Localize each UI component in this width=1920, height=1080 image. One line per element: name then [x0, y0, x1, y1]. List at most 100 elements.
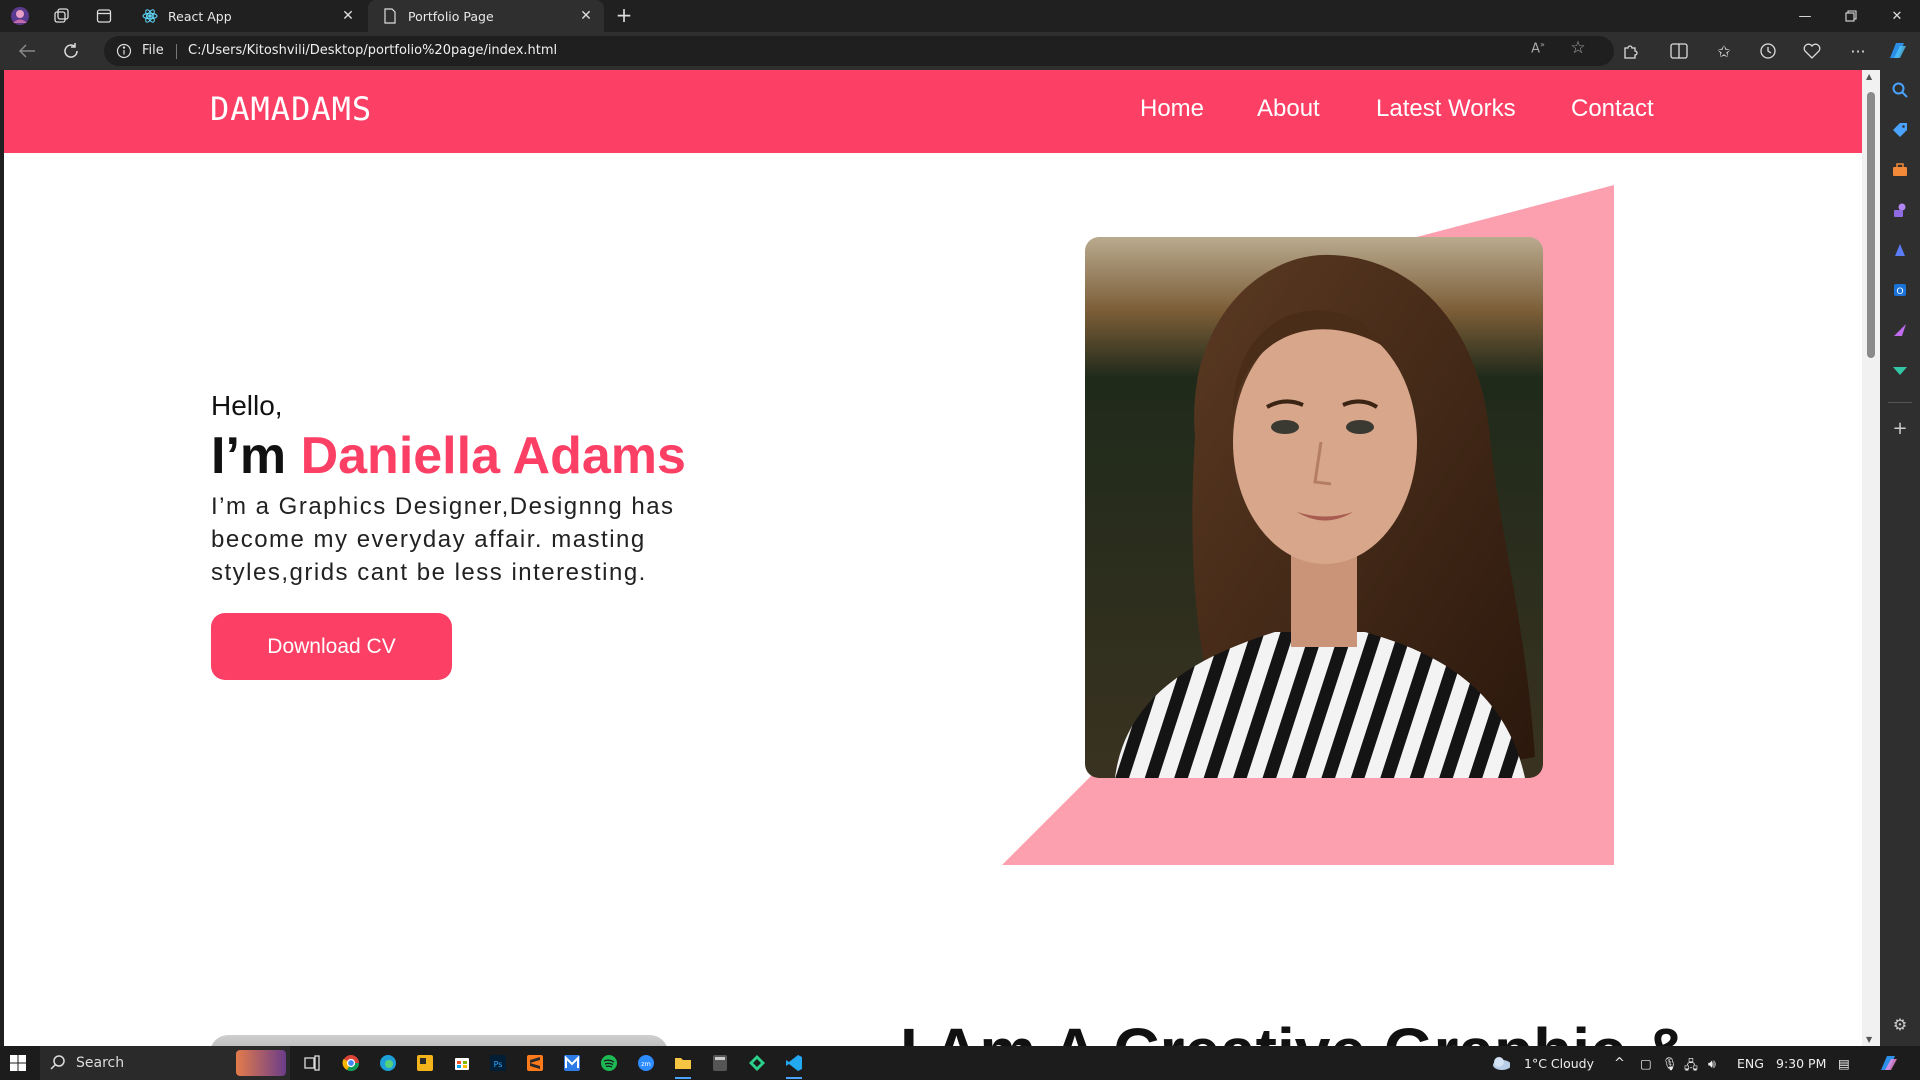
show-hidden-icons-icon[interactable]: ^ [1614, 1056, 1625, 1071]
file-explorer-icon[interactable] [673, 1053, 693, 1079]
tools-icon[interactable] [1890, 160, 1910, 180]
browser-tab-strip: React App ✕ Portfolio Page ✕ + — ✕ [0, 0, 1920, 32]
browser-essentials-icon[interactable] [1799, 39, 1825, 63]
calculator-icon[interactable] [710, 1053, 730, 1073]
workspaces-icon[interactable] [52, 6, 72, 26]
designer-icon[interactable] [1890, 320, 1910, 340]
tab-label: Portfolio Page [408, 8, 494, 24]
more-menu-icon[interactable]: ··· [1845, 39, 1871, 63]
nav-contact[interactable]: Contact [1571, 95, 1654, 123]
profile-photo [1085, 237, 1543, 778]
site-header: DAMADAMS Home About Latest Works Contact [4, 70, 1862, 153]
hero-description: I’m a Graphics Designer,Designng has bec… [211, 493, 675, 586]
about-section-image [210, 1035, 668, 1046]
extensions-icon[interactable] [1618, 39, 1644, 63]
about-section-title: I Am A Creative Graphic & [900, 1014, 1690, 1046]
svg-text:O: O [1896, 287, 1903, 297]
active-indicator [675, 1077, 691, 1079]
search-label: Search [76, 1055, 125, 1071]
refresh-icon[interactable] [58, 39, 84, 63]
search-icon[interactable] [1890, 80, 1910, 100]
back-icon[interactable] [14, 39, 40, 63]
favorites-icon[interactable]: ✩ [1711, 39, 1737, 63]
add-sidebar-app-icon[interactable]: + [1890, 418, 1910, 439]
history-icon[interactable] [1755, 39, 1781, 63]
task-view-icon[interactable] [302, 1053, 322, 1073]
sticky-app-icon[interactable] [415, 1053, 435, 1073]
close-window-button[interactable]: ✕ [1874, 0, 1920, 32]
store-icon[interactable] [452, 1053, 472, 1073]
drop-icon[interactable] [1890, 360, 1910, 380]
microphone-icon[interactable]: 🎙︎ [1662, 1056, 1678, 1072]
mail-app-icon[interactable] [562, 1053, 582, 1073]
svg-text:zm: zm [641, 1060, 651, 1068]
address-bar[interactable]: File C:/Users/Kitoshvili/Desktop/portfol… [104, 36, 1614, 66]
divider [176, 44, 177, 59]
favorite-star-icon[interactable]: ☆ [1568, 38, 1588, 58]
close-tab-icon[interactable]: ✕ [340, 8, 356, 24]
hero-greeting: Hello, [211, 390, 283, 421]
site-logo[interactable]: DAMADAMS [210, 90, 372, 128]
page-scrollbar[interactable]: ▲ ▼ [1862, 70, 1880, 1046]
restore-button[interactable] [1828, 0, 1874, 32]
svg-text:Ps: Ps [494, 1060, 503, 1069]
hero-heading: I’m Daniella Adams [211, 426, 686, 486]
url-text[interactable]: C:/Users/Kitoshvili/Desktop/portfolio%20… [188, 43, 557, 58]
search-highlight-image [236, 1050, 286, 1076]
vscode-icon[interactable] [784, 1053, 804, 1079]
nav-home[interactable]: Home [1140, 95, 1204, 123]
language-indicator[interactable]: ENG [1737, 1056, 1764, 1071]
volume-icon[interactable]: 🔊︎ [1708, 1056, 1716, 1072]
minimize-button[interactable]: — [1782, 0, 1828, 32]
tab-react-app[interactable]: React App ✕ [128, 0, 366, 32]
scheme-label: File [142, 43, 164, 58]
sidebar-settings-icon[interactable]: ⚙ [1890, 1014, 1910, 1034]
site-info-icon[interactable] [116, 43, 132, 63]
page-viewport: DAMADAMS Home About Latest Works Contact… [4, 70, 1862, 1046]
vertical-tabs-icon[interactable] [94, 6, 114, 26]
sidebar-divider [1888, 402, 1912, 403]
scroll-down-icon[interactable]: ▼ [1866, 1035, 1872, 1044]
hero-heading-prefix: I’m [211, 427, 301, 485]
scroll-up-icon[interactable]: ▲ [1866, 72, 1872, 81]
read-aloud-icon[interactable]: A» [1528, 38, 1548, 58]
browser-toolbar: File C:/Users/Kitoshvili/Desktop/portfol… [0, 32, 1920, 70]
windows-start-icon[interactable] [8, 1053, 28, 1073]
app-diamond-icon[interactable] [747, 1053, 767, 1073]
nav-about[interactable]: About [1257, 95, 1320, 123]
page-icon [382, 8, 398, 24]
notifications-icon[interactable]: ▤ [1838, 1056, 1850, 1071]
scrollbar-thumb[interactable] [1867, 92, 1875, 358]
spotify-icon[interactable] [599, 1053, 619, 1073]
copilot-taskbar-icon[interactable] [1878, 1053, 1898, 1073]
download-cv-button[interactable]: Download CV [211, 613, 452, 680]
games-icon[interactable] [1890, 200, 1910, 220]
new-tab-button[interactable]: + [612, 4, 636, 28]
clock[interactable]: 9:30 PM [1776, 1056, 1826, 1071]
shopping-tag-icon[interactable] [1890, 120, 1910, 140]
close-tab-icon[interactable]: ✕ [578, 8, 594, 24]
outlook-icon[interactable]: O [1890, 280, 1910, 300]
react-logo-icon [142, 8, 158, 24]
chrome-icon[interactable] [341, 1053, 361, 1073]
copilot-sidebar-icon[interactable] [1890, 240, 1910, 260]
active-indicator [786, 1077, 802, 1079]
photoshop-icon[interactable]: Ps [488, 1053, 508, 1073]
weather-cloud-icon[interactable] [1490, 1053, 1510, 1073]
edge-sidebar: O + ⚙ [1880, 70, 1920, 1046]
meet-now-icon[interactable]: ▢ [1640, 1056, 1652, 1071]
split-screen-icon[interactable] [1666, 39, 1692, 63]
weather-text[interactable]: 1°C Cloudy [1524, 1056, 1594, 1071]
tab-label: React App [168, 8, 232, 24]
hero-name: Daniella Adams [300, 427, 686, 485]
copilot-icon[interactable] [1884, 39, 1910, 63]
taskbar-search[interactable]: Search [40, 1046, 290, 1080]
sublime-icon[interactable] [525, 1053, 545, 1073]
nav-latest-works[interactable]: Latest Works [1376, 95, 1516, 123]
zoom-icon[interactable]: zm [636, 1053, 656, 1073]
tab-portfolio-page[interactable]: Portfolio Page ✕ [368, 0, 604, 32]
profile-avatar-icon[interactable] [10, 6, 30, 26]
search-icon [50, 1054, 66, 1074]
edge-icon[interactable] [378, 1053, 398, 1073]
network-icon[interactable]: 🖧︎ [1684, 1056, 1698, 1077]
